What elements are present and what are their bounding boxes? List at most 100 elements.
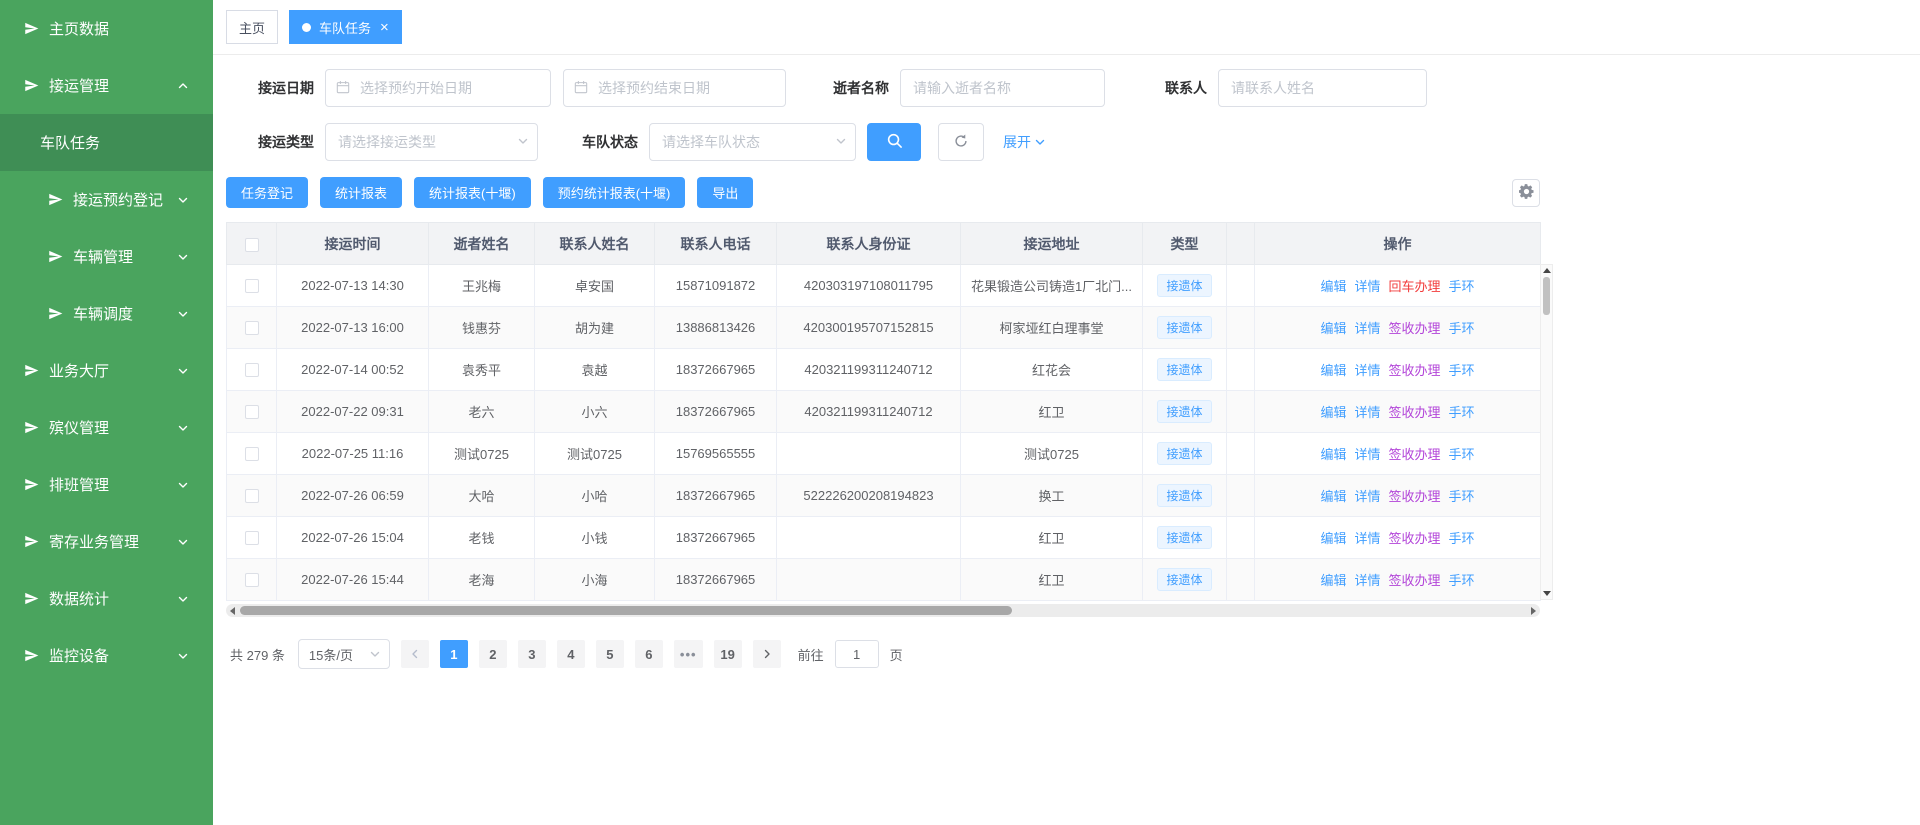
detail-link[interactable]: 详情 (1354, 405, 1380, 420)
scroll-right-arrow[interactable] (1531, 607, 1536, 615)
toolbar-button[interactable]: 任务登记 (226, 177, 308, 208)
page-button[interactable]: 19 (714, 640, 742, 668)
edit-link[interactable]: 编辑 (1320, 447, 1346, 462)
sign-handle-link[interactable]: 签收办理 (1389, 573, 1441, 588)
sign-handle-link[interactable]: 签收办理 (1389, 489, 1441, 504)
settings-button[interactable] (1512, 179, 1540, 207)
row-checkbox[interactable] (245, 573, 259, 587)
wristband-link[interactable]: 手环 (1449, 573, 1475, 588)
page-button[interactable]: 4 (557, 640, 585, 668)
sidebar-item[interactable]: 数据统计 (0, 570, 213, 627)
deceased-name-input[interactable] (900, 69, 1105, 107)
horizontal-scrollbar-thumb[interactable] (240, 606, 1012, 615)
edit-link[interactable]: 编辑 (1320, 573, 1346, 588)
sign-handle-link[interactable]: 签收办理 (1389, 531, 1441, 546)
row-checkbox[interactable] (245, 279, 259, 293)
next-page-button[interactable] (753, 640, 781, 668)
tab-fleet-tasks[interactable]: 车队任务× (289, 10, 402, 44)
row-checkbox[interactable] (245, 321, 259, 335)
wristband-link[interactable]: 手环 (1449, 321, 1475, 336)
cell-type: 接遗体 (1143, 433, 1227, 475)
row-checkbox[interactable] (245, 405, 259, 419)
contact-input[interactable] (1218, 69, 1427, 107)
detail-link[interactable]: 详情 (1354, 447, 1380, 462)
sidebar-item[interactable]: 殡仪管理 (0, 399, 213, 456)
sidebar-item[interactable]: 监控设备 (0, 627, 213, 684)
sidebar-item[interactable]: 车队任务 (0, 114, 213, 171)
page-size-select[interactable] (298, 639, 390, 669)
edit-link[interactable]: 编辑 (1320, 405, 1346, 420)
date-start-field[interactable] (325, 69, 551, 107)
vertical-scrollbar[interactable] (1540, 264, 1553, 600)
column-header: 联系人电话 (655, 223, 777, 265)
wristband-link[interactable]: 手环 (1449, 447, 1475, 462)
page-button[interactable]: 5 (596, 640, 624, 668)
wristband-link[interactable]: 手环 (1449, 405, 1475, 420)
page-size-input[interactable] (298, 639, 390, 669)
detail-link[interactable]: 详情 (1354, 489, 1380, 504)
refresh-button[interactable] (938, 123, 984, 161)
horizontal-scrollbar[interactable] (226, 604, 1540, 617)
sign-handle-link[interactable]: 签收办理 (1389, 363, 1441, 378)
scroll-left-arrow[interactable] (230, 607, 235, 615)
date-end-field[interactable] (563, 69, 786, 107)
detail-link[interactable]: 详情 (1354, 279, 1380, 294)
detail-link[interactable]: 详情 (1354, 363, 1380, 378)
page-button[interactable]: 6 (635, 640, 663, 668)
row-checkbox[interactable] (245, 447, 259, 461)
scroll-down-arrow[interactable] (1543, 591, 1551, 596)
sign-handle-link[interactable]: 签收办理 (1389, 321, 1441, 336)
tab-home[interactable]: 主页 (226, 10, 278, 44)
fleet-status-input[interactable] (649, 123, 856, 161)
contact-field[interactable] (1218, 69, 1427, 107)
pickup-type-input[interactable] (325, 123, 538, 161)
sidebar-item[interactable]: 主页数据 (0, 0, 213, 57)
pickup-type-select[interactable] (325, 123, 538, 161)
detail-link[interactable]: 详情 (1354, 531, 1380, 546)
select-all-checkbox[interactable] (245, 238, 259, 252)
sidebar-item[interactable]: 寄存业务管理 (0, 513, 213, 570)
page-button[interactable]: 1 (440, 640, 468, 668)
wristband-link[interactable]: 手环 (1449, 489, 1475, 504)
date-end-input[interactable] (563, 69, 786, 107)
wristband-link[interactable]: 手环 (1449, 279, 1475, 294)
sign-handle-link[interactable]: 签收办理 (1389, 405, 1441, 420)
sidebar-item[interactable]: 接运预约登记 (0, 171, 213, 228)
toolbar-button[interactable]: 导出 (697, 177, 753, 208)
toolbar-button[interactable]: 预约统计报表(十堰) (543, 177, 686, 208)
fleet-status-select[interactable] (649, 123, 856, 161)
sidebar-item[interactable]: 接运管理 (0, 57, 213, 114)
edit-link[interactable]: 编辑 (1320, 363, 1346, 378)
search-button[interactable] (867, 123, 921, 161)
page-button[interactable]: 2 (479, 640, 507, 668)
toolbar-button[interactable]: 统计报表 (320, 177, 402, 208)
prev-page-button[interactable] (401, 640, 429, 668)
edit-link[interactable]: 编辑 (1320, 321, 1346, 336)
date-start-input[interactable] (325, 69, 551, 107)
wristband-link[interactable]: 手环 (1449, 363, 1475, 378)
row-checkbox[interactable] (245, 489, 259, 503)
sidebar-item[interactable]: 车辆管理 (0, 228, 213, 285)
sign-handle-link[interactable]: 签收办理 (1389, 447, 1441, 462)
edit-link[interactable]: 编辑 (1320, 489, 1346, 504)
sidebar-item[interactable]: 排班管理 (0, 456, 213, 513)
edit-link[interactable]: 编辑 (1320, 531, 1346, 546)
row-checkbox[interactable] (245, 531, 259, 545)
deceased-name-field[interactable] (900, 69, 1105, 107)
vertical-scrollbar-thumb[interactable] (1543, 277, 1550, 315)
detail-link[interactable]: 详情 (1354, 321, 1380, 336)
close-icon[interactable]: × (380, 20, 389, 35)
row-checkbox[interactable] (245, 363, 259, 377)
wristband-link[interactable]: 手环 (1449, 531, 1475, 546)
scroll-up-arrow[interactable] (1543, 268, 1551, 273)
expand-link[interactable]: 展开 (1003, 132, 1046, 152)
page-button[interactable]: 3 (518, 640, 546, 668)
edit-link[interactable]: 编辑 (1320, 279, 1346, 294)
sidebar-item[interactable]: 车辆调度 (0, 285, 213, 342)
return-car-handle-link[interactable]: 回车办理 (1389, 279, 1441, 294)
detail-link[interactable]: 详情 (1354, 573, 1380, 588)
goto-page-input[interactable] (835, 640, 879, 668)
sidebar-item[interactable]: 业务大厅 (0, 342, 213, 399)
toolbar-button[interactable]: 统计报表(十堰) (414, 177, 531, 208)
page-ellipsis[interactable]: ••• (674, 640, 703, 668)
